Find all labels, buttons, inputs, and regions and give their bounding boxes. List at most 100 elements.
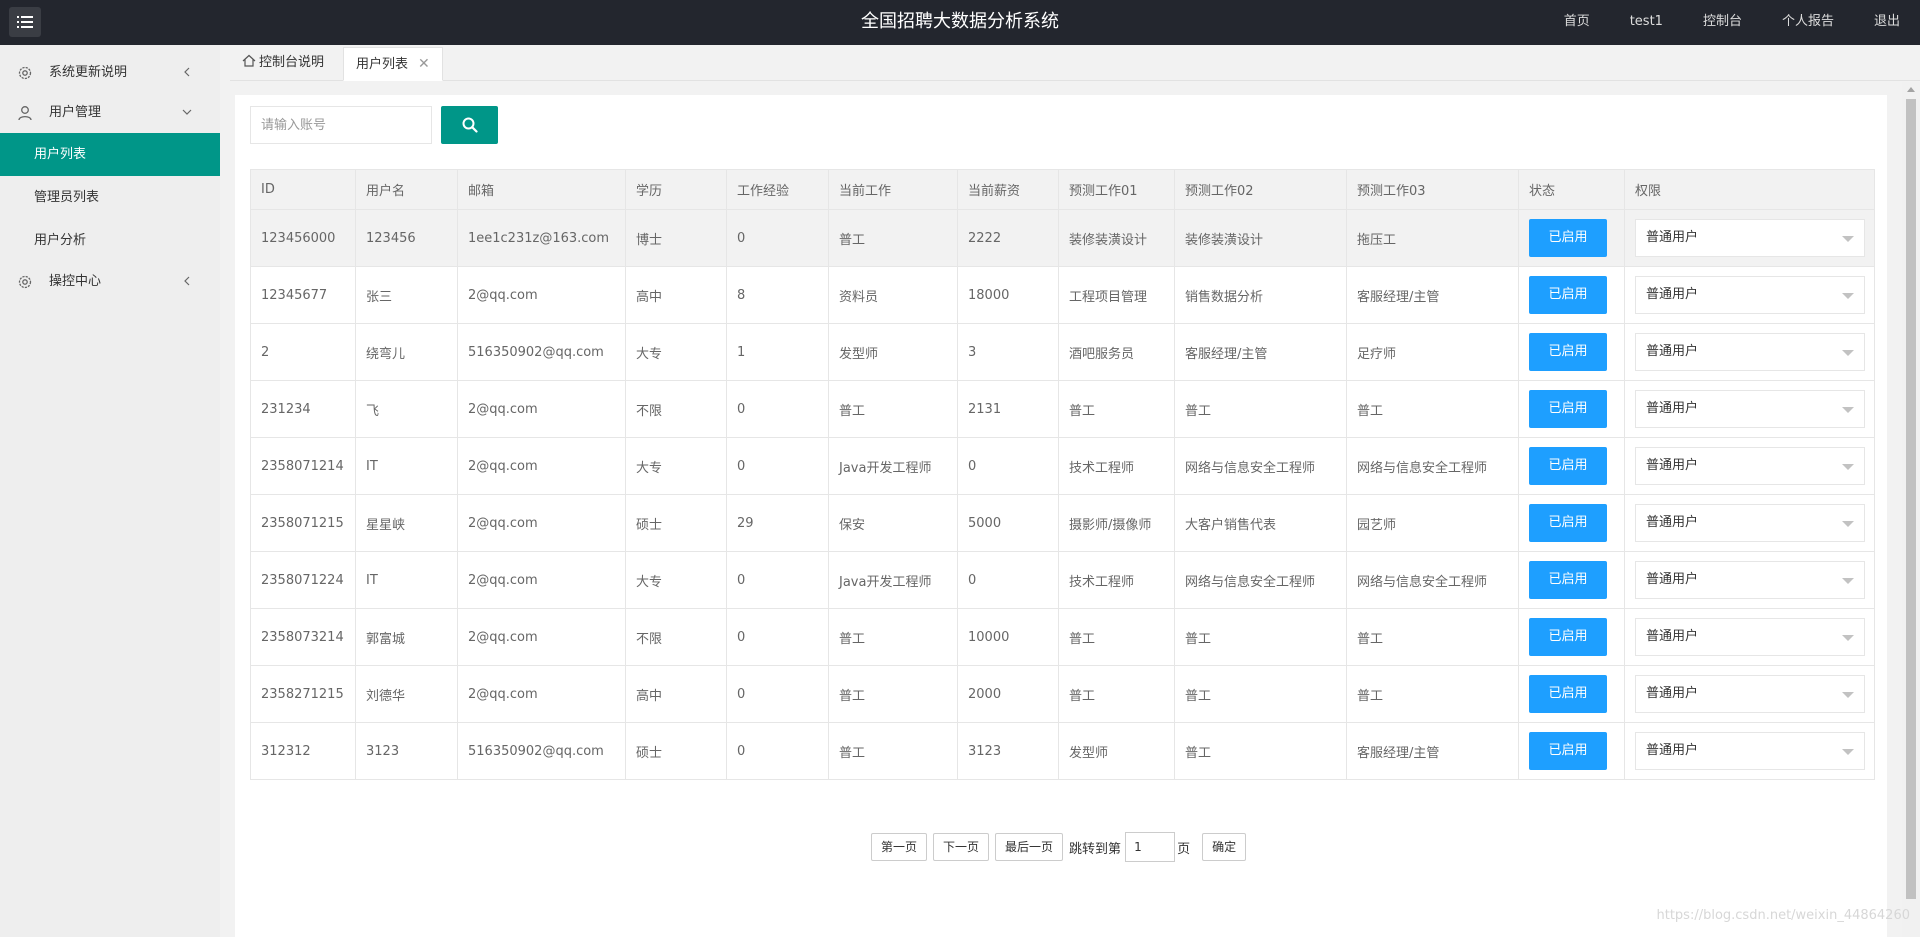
scrollbar[interactable] xyxy=(1902,82,1920,937)
table-row[interactable]: 2358271215 刘德华 2@qq.com 高中 0 普工 2000 普工 普工 普工 已启用普… xyxy=(250,665,1875,723)
table-cell: 2@qq.com xyxy=(457,380,626,438)
sidebar-item-user-analysis[interactable]: 用户分析 xyxy=(0,219,220,262)
status-toggle-button[interactable]: 已启用 xyxy=(1529,276,1607,314)
table-cell: 网络与信息安全工程师 xyxy=(1346,551,1519,609)
table-cell: 高中 xyxy=(625,266,727,324)
caret-down-icon xyxy=(1842,293,1854,299)
table-cell: 酒吧服务员 xyxy=(1058,323,1175,381)
main-panel: ID用户名邮箱学历工作经验当前工作当前薪资预测工作01预测工作02预测工作03状… xyxy=(235,95,1887,937)
status-toggle-button[interactable]: 已启用 xyxy=(1529,447,1607,485)
sidebar-item-label: 用户管理 xyxy=(49,105,102,120)
page-number-input[interactable] xyxy=(1125,832,1176,862)
nav-user-link[interactable]: test1 xyxy=(1610,0,1683,45)
table-row[interactable]: 2358071214 IT 2@qq.com 大专 0 Java开发工程师 0 技术工程师 网络… xyxy=(250,437,1875,495)
status-cell: 已启用 xyxy=(1518,323,1625,381)
table-cell: 2000 xyxy=(957,665,1059,723)
role-select[interactable]: 普通用户 xyxy=(1635,675,1865,713)
role-select[interactable]: 普通用户 xyxy=(1635,732,1865,770)
chevron-left-icon xyxy=(184,276,190,286)
table-cell: 普工 xyxy=(828,380,958,438)
nav-home-link[interactable]: 首页 xyxy=(1544,0,1610,45)
role-cell: 普通用户 xyxy=(1624,266,1875,324)
table-cell: 网络与信息安全工程师 xyxy=(1346,437,1519,495)
role-cell: 普通用户 xyxy=(1624,722,1875,780)
status-toggle-button[interactable]: 已启用 xyxy=(1529,618,1607,656)
table-cell: 园艺师 xyxy=(1346,494,1519,552)
table-cell: 网络与信息安全工程师 xyxy=(1174,437,1347,495)
role-select[interactable]: 普通用户 xyxy=(1635,333,1865,371)
table-cell: 装修装潢设计 xyxy=(1058,209,1175,267)
column-header: 预测工作01 xyxy=(1058,169,1175,210)
status-toggle-button[interactable]: 已启用 xyxy=(1529,504,1607,542)
table-cell: 8 xyxy=(726,266,829,324)
role-select[interactable]: 普通用户 xyxy=(1635,504,1865,542)
user-icon xyxy=(18,106,32,121)
search-button[interactable] xyxy=(441,106,498,144)
role-select[interactable]: 普通用户 xyxy=(1635,447,1865,485)
table-cell: 资料员 xyxy=(828,266,958,324)
table-cell: 0 xyxy=(726,608,829,666)
tab-console-intro[interactable]: 控制台说明 xyxy=(230,47,336,81)
home-icon xyxy=(242,54,256,67)
status-toggle-button[interactable]: 已启用 xyxy=(1529,333,1607,371)
table-row[interactable]: 2358073214 郭富城 2@qq.com 不限 0 普工 10000 普工 普工 普工 已启用… xyxy=(250,608,1875,666)
table-row[interactable]: 231234 飞 2@qq.com 不限 0 普工 2131 普工 普工 普工 已启用 普通用户 xyxy=(250,380,1875,438)
table-cell: 3123 xyxy=(957,722,1059,780)
table-header-row: ID 用户名 邮箱 学历 工作经验 当前工作 当前薪资 预测工作01 预测工作02 预测工作03 状… xyxy=(250,169,1875,210)
sidebar-item-system-updates[interactable]: 系统更新说明 xyxy=(0,53,220,93)
first-page-button[interactable]: 第一页 xyxy=(871,833,928,861)
role-select[interactable]: 普通用户 xyxy=(1635,276,1865,314)
close-icon[interactable]: ✕ xyxy=(418,56,430,72)
table-row[interactable]: 312312 3123 516350902@qq.com 硕士 0 普工 3123 发型师 普工… xyxy=(250,722,1875,780)
status-toggle-button[interactable]: 已启用 xyxy=(1529,219,1607,257)
sidebar-item-admin-list[interactable]: 管理员列表 xyxy=(0,176,220,219)
role-select[interactable]: 普通用户 xyxy=(1635,618,1865,656)
column-header: ID xyxy=(250,169,356,210)
status-cell: 已启用 xyxy=(1518,494,1625,552)
table-cell: 星星峡 xyxy=(355,494,458,552)
caret-down-icon xyxy=(1842,521,1854,527)
table-cell: IT xyxy=(355,437,458,495)
table-cell: 博士 xyxy=(625,209,727,267)
table-row[interactable]: 123456000 123456 1ee1c231z@163.com 博士 0 普工 222… xyxy=(250,209,1875,267)
scroll-up-arrow[interactable] xyxy=(1907,87,1915,92)
table-row[interactable]: 12345677 张三 2@qq.com 高中 8 资料员 18000 工程项目管理 销售数据分… xyxy=(250,266,1875,324)
next-page-button[interactable]: 下一页 xyxy=(933,833,990,861)
confirm-jump-button[interactable]: 确定 xyxy=(1202,833,1247,861)
sidebar-item-user-management[interactable]: 用户管理 xyxy=(0,93,220,133)
table-cell: 12345677 xyxy=(250,266,356,324)
tab-user-list[interactable]: 用户列表 ✕ xyxy=(343,47,443,81)
column-header: 当前工作 xyxy=(828,169,958,210)
role-select[interactable]: 普通用户 xyxy=(1635,390,1865,428)
table-cell: 2 xyxy=(250,323,356,381)
nav-console-link[interactable]: 控制台 xyxy=(1683,0,1762,45)
status-toggle-button[interactable]: 已启用 xyxy=(1529,675,1607,713)
role-select[interactable]: 普通用户 xyxy=(1635,561,1865,599)
table-cell: 客服经理/主管 xyxy=(1174,323,1347,381)
table-cell: 2@qq.com xyxy=(457,665,626,723)
table-cell: 2358071214 xyxy=(250,437,356,495)
sidebar-item-user-list[interactable]: 用户列表 xyxy=(0,133,220,176)
nav-report-link[interactable]: 个人报告 xyxy=(1762,0,1854,45)
search-input[interactable] xyxy=(250,106,432,144)
table-row[interactable]: 2358071215 星星峡 2@qq.com 硕士 29 保安 5000 摄影师/摄像师 大客… xyxy=(250,494,1875,552)
table-row[interactable]: 2 绕弯儿 516350902@qq.com 大专 1 发型师 3 酒吧服务员 客服经理/主管足… xyxy=(250,323,1875,381)
table-cell: 足疗师 xyxy=(1346,323,1519,381)
status-toggle-button[interactable]: 已启用 xyxy=(1529,390,1607,428)
table-row[interactable]: 2358071224 IT 2@qq.com 大专 0 Java开发工程师 0 技术工程师 网络… xyxy=(250,551,1875,609)
nav-logout-link[interactable]: 退出 xyxy=(1854,0,1920,45)
role-cell: 普通用户 xyxy=(1624,437,1875,495)
role-select[interactable]: 普通用户 xyxy=(1635,219,1865,257)
status-toggle-button[interactable]: 已启用 xyxy=(1529,732,1607,770)
caret-down-icon xyxy=(1842,236,1854,242)
table-cell: 普工 xyxy=(1174,608,1347,666)
last-page-button[interactable]: 最后一页 xyxy=(995,833,1064,861)
pagination: 第一页 下一页 最后一页 跳转到第 页 确定 xyxy=(871,832,1252,862)
table-cell: 2222 xyxy=(957,209,1059,267)
menu-toggle-button[interactable] xyxy=(9,7,41,37)
table-cell: Java开发工程师 xyxy=(828,437,958,495)
status-toggle-button[interactable]: 已启用 xyxy=(1529,561,1607,599)
table-cell: 2358071215 xyxy=(250,494,356,552)
scroll-thumb[interactable] xyxy=(1906,99,1916,899)
sidebar-item-control-center[interactable]: 操控中心 xyxy=(0,262,220,302)
